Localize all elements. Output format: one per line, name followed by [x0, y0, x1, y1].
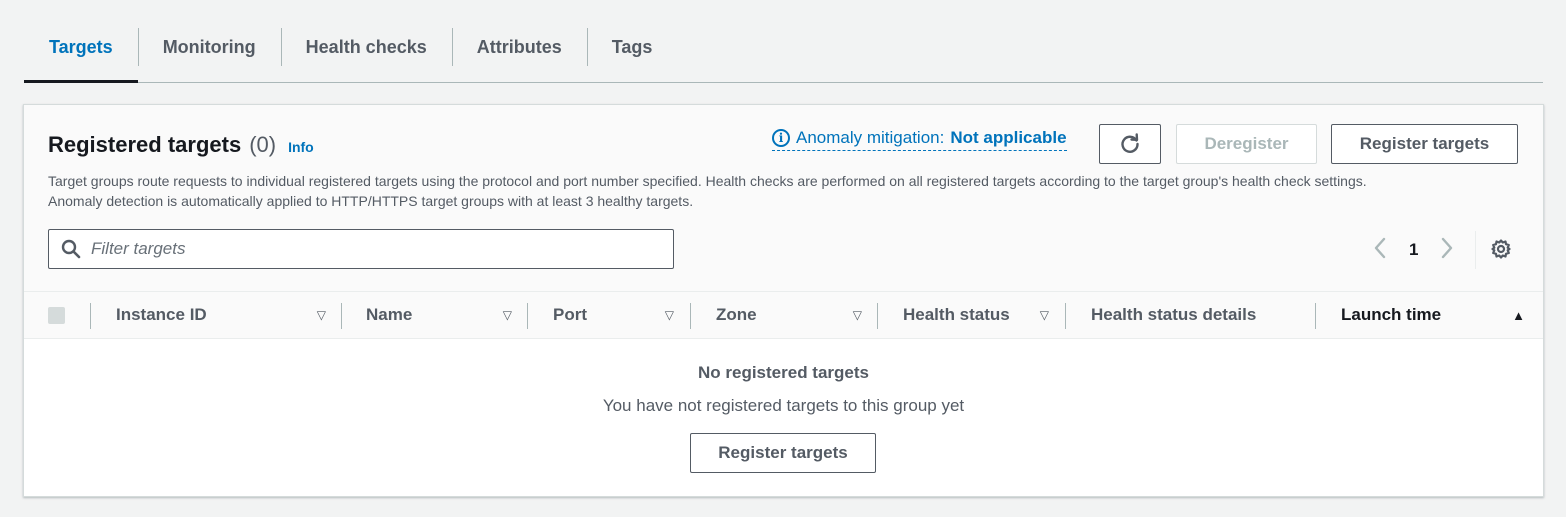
- gear-icon[interactable]: [1490, 238, 1512, 265]
- column-label: Health status details: [1091, 305, 1257, 324]
- tab-health-checks[interactable]: Health checks: [280, 22, 452, 82]
- divider: [1475, 231, 1476, 269]
- register-targets-empty-button[interactable]: Register targets: [690, 433, 876, 473]
- column-header-launch-time[interactable]: Launch time ▲: [1341, 292, 1525, 338]
- tab-targets[interactable]: Targets: [24, 22, 138, 83]
- select-all-checkbox[interactable]: [48, 307, 65, 324]
- refresh-icon: [1121, 133, 1139, 153]
- column-divider: [1065, 303, 1066, 329]
- panel-description: Target groups route requests to individu…: [48, 171, 1518, 211]
- panel-title-text: Registered targets: [48, 132, 242, 157]
- column-label: Instance ID: [116, 305, 207, 324]
- info-icon: i: [772, 129, 790, 147]
- caret-down-icon: ▽: [852, 308, 862, 322]
- anomaly-mitigation-link[interactable]: i Anomaly mitigation: Not applicable: [772, 128, 1067, 151]
- column-label: Zone: [716, 305, 757, 324]
- column-label: Launch time: [1341, 305, 1442, 324]
- chevron-right-icon[interactable]: [1440, 237, 1454, 264]
- tab-tags[interactable]: Tags: [586, 22, 678, 82]
- registered-targets-panel: Registered targets (0) Info i Anomaly mi…: [23, 104, 1544, 497]
- column-divider: [90, 303, 91, 329]
- column-divider: [877, 303, 878, 329]
- chevron-left-icon[interactable]: [1373, 237, 1387, 264]
- target-count: (0): [249, 132, 277, 157]
- caret-down-icon: ▽: [316, 308, 326, 322]
- filter-targets-input[interactable]: [91, 239, 673, 259]
- tab-bar: Targets Monitoring Health checks Attribu…: [24, 22, 1543, 83]
- column-divider: [1315, 303, 1316, 329]
- anomaly-label: Anomaly mitigation:: [796, 128, 945, 147]
- column-label: Name: [366, 305, 413, 324]
- panel-header: Registered targets (0) Info i Anomaly mi…: [24, 105, 1543, 291]
- empty-state-subtitle: You have not registered targets to this …: [602, 396, 965, 415]
- sort-ascending-icon: ▲: [1512, 307, 1525, 323]
- tab-label: Monitoring: [162, 36, 256, 57]
- refresh-button[interactable]: [1099, 124, 1161, 164]
- column-header-port[interactable]: Port ▽: [553, 292, 674, 338]
- search-icon: [61, 239, 81, 259]
- register-targets-button[interactable]: Register targets: [1331, 124, 1518, 164]
- info-link[interactable]: Info: [288, 139, 314, 155]
- filter-targets-field[interactable]: [48, 229, 674, 269]
- column-divider: [341, 303, 342, 329]
- column-label: Port: [553, 305, 587, 324]
- table-header: Instance ID ▽ Name ▽ Port ▽ Zone ▽ Healt…: [24, 291, 1543, 339]
- tab-label: Tags: [611, 36, 653, 57]
- empty-state-title: No registered targets: [698, 363, 869, 382]
- caret-down-icon: ▽: [1039, 308, 1049, 322]
- anomaly-value: Not applicable: [950, 128, 1067, 147]
- panel-title: Registered targets (0) Info: [48, 132, 314, 158]
- column-divider: [527, 303, 528, 329]
- column-label: Health status: [903, 305, 1010, 324]
- description-line: Target groups route requests to individu…: [48, 173, 1367, 189]
- column-header-health-status-details[interactable]: Health status details: [1091, 292, 1311, 338]
- tab-monitoring[interactable]: Monitoring: [137, 22, 281, 82]
- column-header-zone[interactable]: Zone ▽: [716, 292, 862, 338]
- caret-down-icon: ▽: [664, 308, 674, 322]
- description-line: Anomaly detection is automatically appli…: [48, 193, 694, 209]
- pagination: 1: [1373, 233, 1454, 267]
- tab-label: Health checks: [305, 36, 427, 57]
- tab-label: Targets: [49, 36, 113, 57]
- column-divider: [690, 303, 691, 329]
- column-header-health-status[interactable]: Health status ▽: [903, 292, 1049, 338]
- column-header-name[interactable]: Name ▽: [366, 292, 512, 338]
- caret-down-icon: ▽: [502, 308, 512, 322]
- column-header-instance-id[interactable]: Instance ID ▽: [116, 292, 326, 338]
- current-page[interactable]: 1: [1409, 240, 1418, 260]
- tab-attributes[interactable]: Attributes: [451, 22, 587, 82]
- deregister-button[interactable]: Deregister: [1176, 124, 1317, 164]
- tab-label: Attributes: [476, 36, 562, 57]
